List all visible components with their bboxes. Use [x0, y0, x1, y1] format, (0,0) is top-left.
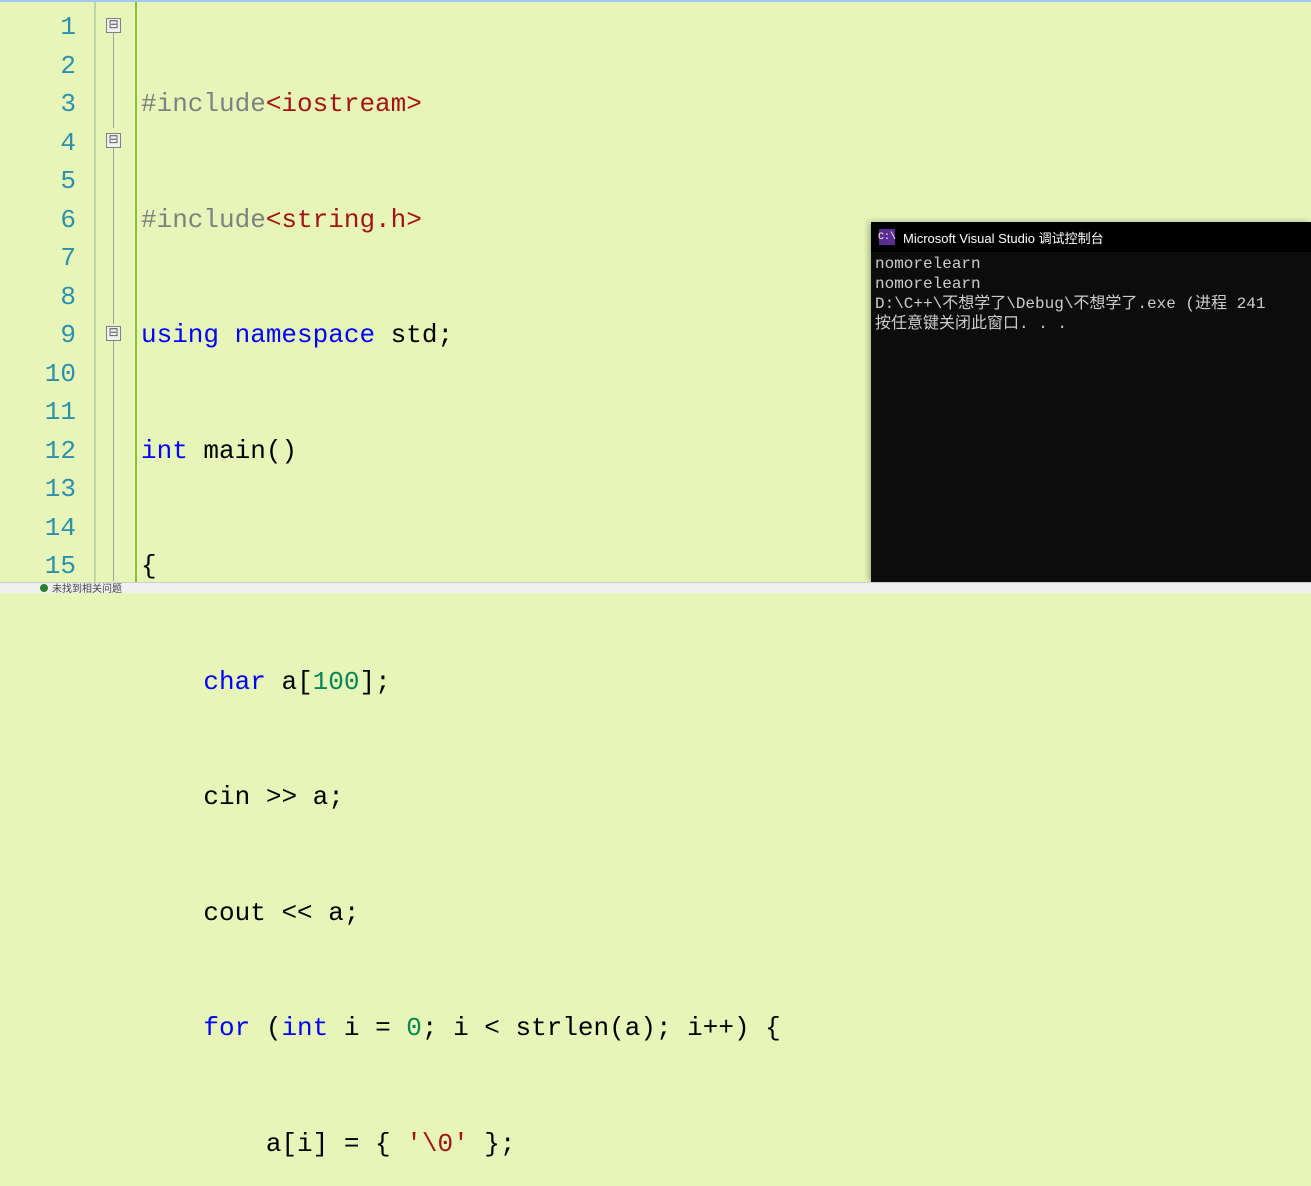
console-line: nomorelearn: [875, 254, 1307, 274]
fold-guide: [113, 33, 114, 128]
code-line[interactable]: for (int i = 0; i < strlen(a); i++) {: [137, 1009, 1311, 1048]
code-text: (a); i++) {: [609, 1013, 781, 1043]
number: 0: [406, 1013, 422, 1043]
keyword: namespace: [235, 320, 375, 350]
char-literal: '\0': [406, 1129, 468, 1159]
function-call: strlen: [516, 1013, 610, 1043]
debug-console-window[interactable]: C:\ Microsoft Visual Studio 调试控制台 nomore…: [871, 222, 1311, 582]
line-number-gutter: 1 2 3 4 5 6 7 8 9 10 11 12 13 14 15: [0, 2, 95, 582]
console-output[interactable]: nomorelearnnomorelearnD:\C++\不想学了\Debug\…: [871, 252, 1311, 336]
code-text: ; i <: [422, 1013, 516, 1043]
punct: (: [250, 1013, 281, 1043]
line-number: 14: [0, 509, 76, 548]
fold-column: ⊟ ⊟ ⊟: [95, 2, 135, 582]
fold-toggle-icon[interactable]: ⊟: [106, 133, 121, 148]
identifier: a: [281, 667, 297, 697]
function-name: main: [203, 436, 265, 466]
line-number: 12: [0, 432, 76, 471]
include-path: <iostream>: [266, 89, 422, 119]
preprocessor: #include: [141, 89, 266, 119]
status-bar: 未找到相关问题: [0, 582, 1311, 593]
code-line[interactable]: cout << a;: [137, 894, 1311, 933]
code-line[interactable]: char a[100];: [137, 663, 1311, 702]
punct: ;: [344, 898, 360, 928]
identifier: std: [391, 320, 438, 350]
identifier: cin: [203, 782, 250, 812]
line-number: 8: [0, 278, 76, 317]
line-number: 9: [0, 316, 76, 355]
status-dot-icon: [40, 584, 48, 592]
fold-toggle-icon[interactable]: ⊟: [106, 18, 121, 33]
fold-guide: [113, 341, 114, 581]
console-titlebar[interactable]: C:\ Microsoft Visual Studio 调试控制台: [871, 222, 1311, 252]
punct: ;: [437, 320, 453, 350]
console-line: nomorelearn: [875, 274, 1307, 294]
number: 100: [313, 667, 360, 697]
fold-guide: [113, 148, 114, 324]
code-line[interactable]: cin >> a;: [137, 778, 1311, 817]
operator: <<: [266, 898, 328, 928]
brace: {: [141, 551, 157, 581]
line-number: 13: [0, 470, 76, 509]
identifier: a: [313, 782, 329, 812]
punct: ;: [328, 782, 344, 812]
identifier: a: [328, 898, 344, 928]
line-number: 1: [0, 8, 76, 47]
include-path: <string.h>: [266, 205, 422, 235]
console-line: 按任意键关闭此窗口. . .: [875, 314, 1307, 334]
console-title-text: Microsoft Visual Studio 调试控制台: [903, 228, 1104, 247]
fold-toggle-icon[interactable]: ⊟: [106, 326, 121, 341]
line-number: 10: [0, 355, 76, 394]
keyword: char: [203, 667, 265, 697]
keyword: int: [141, 436, 188, 466]
status-text: 未找到相关问题: [52, 580, 122, 596]
identifier: cout: [203, 898, 265, 928]
code-line[interactable]: a[i] = { '\0' };: [137, 1125, 1311, 1164]
preprocessor: #include: [141, 205, 266, 235]
code-line[interactable]: #include<iostream>: [137, 85, 1311, 124]
punct: ];: [359, 667, 390, 697]
line-number: 4: [0, 124, 76, 163]
code-text: };: [469, 1129, 516, 1159]
keyword: for: [203, 1013, 250, 1043]
punct: [: [297, 667, 313, 697]
line-number: 11: [0, 393, 76, 432]
line-number: 7: [0, 239, 76, 278]
operator: >>: [250, 782, 312, 812]
line-number: 2: [0, 47, 76, 86]
line-number: 6: [0, 201, 76, 240]
line-number: 3: [0, 85, 76, 124]
keyword: using: [141, 320, 219, 350]
keyword: int: [281, 1013, 328, 1043]
line-number: 5: [0, 162, 76, 201]
code-text: a[i] = {: [266, 1129, 406, 1159]
vs-icon: C:\: [879, 229, 895, 245]
punct: (): [266, 436, 297, 466]
identifier: i =: [328, 1013, 406, 1043]
console-line: D:\C++\不想学了\Debug\不想学了.exe (进程 241: [875, 294, 1307, 314]
